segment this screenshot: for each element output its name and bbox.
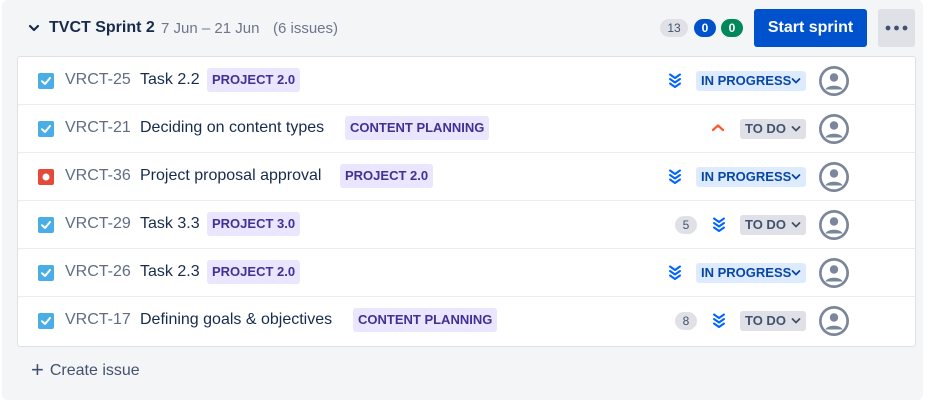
task-icon — [38, 265, 54, 281]
status-label: IN PROGRESS — [701, 265, 792, 280]
status-label: TO DO — [745, 121, 786, 136]
sprint-dates: 7 Jun – 21 Jun — [161, 20, 260, 37]
status-dropdown[interactable]: TO DO — [740, 311, 806, 331]
epic-badge: PROJECT 3.0 — [207, 212, 301, 236]
status-dropdown[interactable]: TO DO — [740, 215, 806, 235]
status-dropdown[interactable]: IN PROGRESS — [696, 167, 806, 187]
chevron-down-icon — [791, 126, 801, 132]
priority-medium-icon — [711, 124, 725, 132]
priority-lowest-icon — [713, 217, 725, 232]
more-actions-button[interactable] — [878, 9, 915, 47]
issue-row[interactable]: VRCT-21 Deciding on content types CONTENT … — [18, 105, 915, 153]
issue-summary[interactable]: Task 3.3 — [140, 215, 200, 233]
status-label: TO DO — [745, 313, 786, 328]
status-label: IN PROGRESS — [701, 73, 792, 88]
epic-badge: PROJECT 2.0 — [207, 68, 301, 92]
story-points-badge: 8 — [675, 312, 697, 330]
chevron-down-icon — [791, 318, 801, 324]
avatar-icon[interactable] — [819, 306, 849, 336]
start-sprint-button[interactable]: Start sprint — [754, 9, 867, 47]
issue-key[interactable]: VRCT-36 — [65, 167, 131, 185]
issue-row[interactable]: VRCT-17 Defining goals & objectives CONTEN… — [18, 297, 915, 344]
issue-summary[interactable]: Defining goals & objectives — [140, 311, 332, 329]
chevron-down-icon[interactable] — [28, 22, 40, 34]
task-icon — [38, 313, 54, 329]
priority-lowest-icon — [669, 169, 681, 184]
issue-key[interactable]: VRCT-17 — [65, 311, 131, 329]
issue-row[interactable]: VRCT-25 Task 2.2 PROJECT 2.0 IN PROGRESS — [18, 57, 915, 105]
epic-badge: CONTENT PLANNING — [353, 308, 498, 332]
task-icon — [38, 121, 54, 137]
todo-points-badge: 13 — [660, 19, 688, 37]
priority-lowest-icon — [713, 313, 725, 328]
epic-badge: PROJECT 2.0 — [340, 164, 434, 188]
bug-icon — [38, 169, 54, 185]
more-horizontal-icon — [885, 25, 908, 31]
issue-key[interactable]: VRCT-26 — [65, 263, 131, 281]
in-progress-points-badge: 0 — [694, 19, 716, 37]
create-issue-label: Create issue — [49, 362, 140, 379]
priority-lowest-icon — [669, 265, 681, 280]
issue-summary[interactable]: Project proposal approval — [140, 167, 321, 185]
avatar-icon[interactable] — [819, 162, 849, 192]
avatar-icon[interactable] — [819, 114, 849, 144]
issue-key[interactable]: VRCT-29 — [65, 215, 131, 233]
status-label: TO DO — [745, 217, 786, 232]
avatar-icon[interactable] — [819, 210, 849, 240]
epic-badge: CONTENT PLANNING — [345, 116, 490, 140]
task-icon — [38, 217, 54, 233]
plus-icon: + — [31, 357, 44, 382]
status-dropdown[interactable]: TO DO — [740, 119, 806, 139]
status-dropdown[interactable]: IN PROGRESS — [696, 263, 806, 283]
status-dropdown[interactable]: IN PROGRESS — [696, 71, 806, 91]
chevron-down-icon — [791, 270, 801, 276]
issue-summary[interactable]: Task 2.3 — [140, 263, 200, 281]
avatar-icon[interactable] — [819, 258, 849, 288]
issue-row[interactable]: VRCT-29 Task 3.3 PROJECT 3.0 5 TO DO — [18, 201, 915, 249]
sprint-issue-count: (6 issues) — [273, 20, 339, 37]
issue-summary[interactable]: Task 2.2 — [140, 71, 200, 89]
sprint-panel: TVCT Sprint 2 7 Jun – 21 Jun (6 issues) … — [2, 0, 923, 400]
sprint-header: TVCT Sprint 2 7 Jun – 21 Jun (6 issues) … — [2, 0, 923, 56]
issue-list: VRCT-25 Task 2.2 PROJECT 2.0 IN PROGRESS VRC… — [17, 56, 916, 347]
task-icon — [38, 73, 54, 89]
avatar-icon[interactable] — [819, 66, 849, 96]
story-points-badge: 5 — [675, 216, 697, 234]
done-points-badge: 0 — [721, 19, 743, 37]
chevron-down-icon — [791, 222, 801, 228]
chevron-down-icon — [791, 78, 801, 84]
issue-key[interactable]: VRCT-21 — [65, 119, 131, 137]
issue-key[interactable]: VRCT-25 — [65, 71, 131, 89]
issue-row[interactable]: VRCT-26 Task 2.3 PROJECT 2.0 IN PROGRESS — [18, 249, 915, 297]
chevron-down-icon — [791, 174, 801, 180]
epic-badge: PROJECT 2.0 — [207, 260, 301, 284]
status-label: IN PROGRESS — [701, 169, 792, 184]
priority-lowest-icon — [669, 73, 681, 88]
sprint-name: TVCT Sprint 2 — [49, 19, 155, 36]
issue-row[interactable]: VRCT-36 Project proposal approval PROJECT … — [18, 153, 915, 201]
create-issue-button[interactable]: + Create issue — [31, 357, 140, 382]
issue-summary[interactable]: Deciding on content types — [140, 119, 324, 137]
